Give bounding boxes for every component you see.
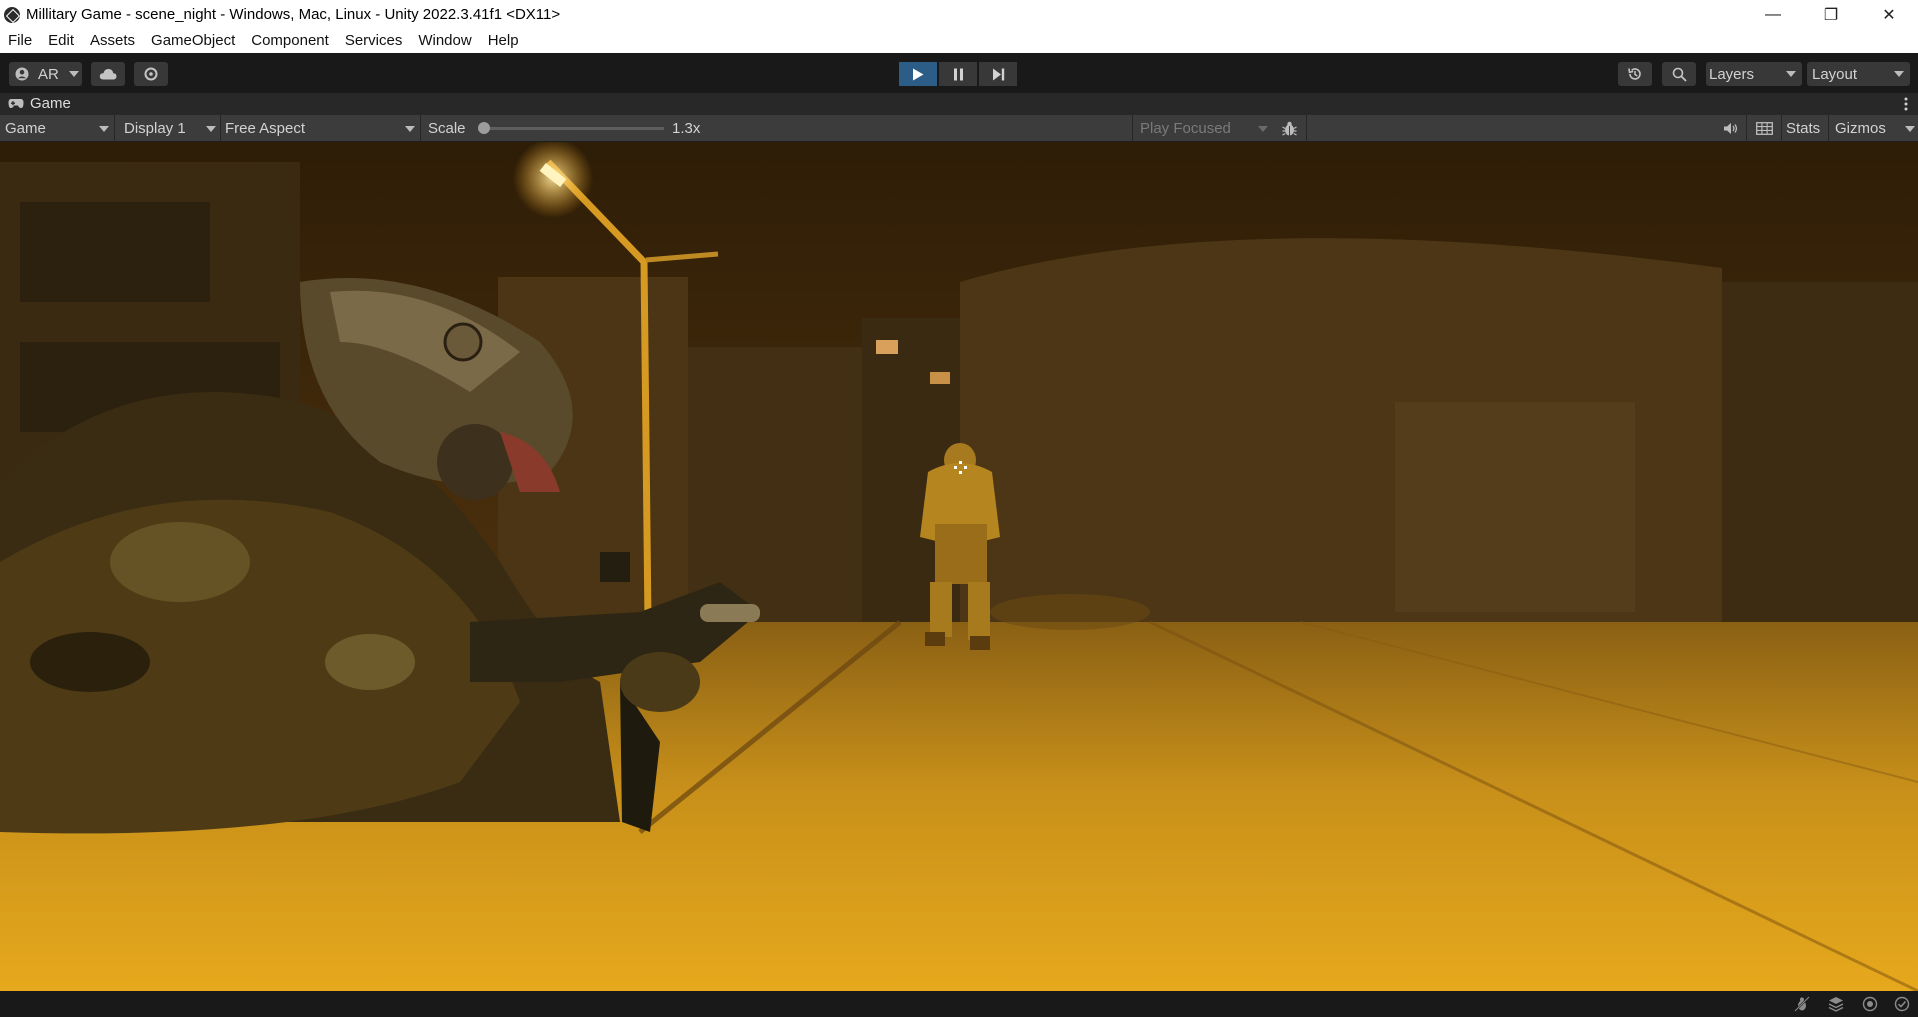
toolbar-divider: [420, 115, 421, 142]
play-focused-dropdown[interactable]: Play Focused: [1140, 118, 1268, 139]
audio-icon: [1724, 123, 1738, 134]
step-button[interactable]: [979, 62, 1017, 86]
gamepad-icon: [8, 99, 24, 108]
right-building: [1722, 282, 1918, 622]
concrete-building: [688, 347, 862, 622]
step-icon: [992, 68, 1004, 80]
pause-button[interactable]: [939, 62, 977, 86]
history-icon: [1628, 68, 1641, 80]
toolbar-divider: [1828, 115, 1829, 142]
layout-dropdown[interactable]: Layout: [1807, 62, 1910, 86]
services-button[interactable]: [134, 62, 168, 86]
layers-stack-icon[interactable]: [1828, 996, 1844, 1012]
unity-icon: [4, 6, 20, 23]
tab-game[interactable]: Game: [8, 95, 71, 112]
game-mode-dropdown[interactable]: Game: [5, 118, 109, 139]
menu-bar: File Edit Assets GameObject Component Se…: [0, 29, 1918, 53]
menu-services[interactable]: Services: [337, 29, 411, 53]
display-dropdown[interactable]: Display 1: [124, 118, 216, 139]
bug-icon[interactable]: [1794, 996, 1810, 1012]
audio-button[interactable]: [1723, 118, 1739, 139]
minimize-button[interactable]: —: [1744, 0, 1802, 29]
search-button[interactable]: [1662, 62, 1696, 86]
menu-help[interactable]: Help: [480, 29, 527, 53]
account-label: AR: [38, 65, 59, 83]
toolbar-divider: [1306, 115, 1307, 142]
menu-component[interactable]: Component: [243, 29, 337, 53]
play-icon: [913, 68, 924, 80]
layers-dropdown[interactable]: Layers: [1706, 62, 1802, 86]
aspect-label: Free Aspect: [225, 120, 306, 137]
check-icon[interactable]: [1894, 996, 1910, 1012]
chevron-down-icon: [405, 125, 415, 132]
chevron-down-icon: [1258, 125, 1268, 132]
pause-icon: [953, 68, 963, 80]
chevron-down-icon: [206, 125, 216, 132]
scale-slider[interactable]: [478, 118, 664, 139]
layout-label: Layout: [1812, 65, 1858, 83]
window-titlebar: Millitary Game - scene_night - Windows, …: [0, 0, 1918, 29]
gizmos-label: Gizmos: [1835, 120, 1886, 137]
gizmos-dropdown[interactable]: Gizmos: [1835, 118, 1915, 139]
aspect-dropdown[interactable]: Free Aspect: [225, 118, 415, 139]
scale-value: 1.3x: [672, 120, 701, 137]
scale-label: Scale: [428, 120, 466, 137]
menu-assets[interactable]: Assets: [82, 29, 143, 53]
editor-status-bar: [0, 991, 1918, 1017]
grid-button[interactable]: [1756, 118, 1774, 139]
menu-file[interactable]: File: [0, 29, 40, 53]
game-mode-label: Game: [5, 120, 46, 137]
toolbar-divider: [1781, 115, 1782, 142]
history-button[interactable]: [1618, 62, 1652, 86]
bug-icon: [1281, 121, 1297, 136]
main-toolbar: AR Layers Layout: [0, 53, 1918, 93]
menu-edit[interactable]: Edit: [40, 29, 82, 53]
search-icon: [1672, 67, 1687, 82]
stats-button[interactable]: Stats: [1786, 118, 1820, 139]
chevron-down-icon: [1905, 125, 1915, 132]
cloud-button[interactable]: [91, 62, 125, 86]
scale-slider-track: [478, 127, 664, 130]
collab-icon[interactable]: [1862, 996, 1878, 1012]
services-gear-icon: [144, 67, 158, 81]
toolbar-divider: [220, 115, 221, 142]
window-title: Millitary Game - scene_night - Windows, …: [26, 6, 561, 23]
chevron-down-icon: [99, 125, 109, 132]
toolbar-divider: [114, 115, 115, 142]
chevron-down-icon: [68, 71, 79, 77]
debug-button[interactable]: [1280, 118, 1298, 139]
chevron-down-icon: [1894, 71, 1904, 77]
restore-button[interactable]: ❐: [1802, 0, 1860, 29]
game-tab-bar: Game: [0, 93, 1918, 115]
grid-icon: [1756, 122, 1773, 135]
scale-slider-thumb[interactable]: [478, 122, 490, 134]
close-button[interactable]: ✕: [1860, 0, 1918, 29]
display-label: Display 1: [124, 120, 186, 137]
chevron-down-icon: [1786, 71, 1796, 77]
play-button[interactable]: [899, 62, 937, 86]
kebab-icon[interactable]: [1904, 97, 1908, 111]
playmode-controls: [899, 62, 1017, 86]
layers-label: Layers: [1709, 65, 1755, 83]
account-dropdown[interactable]: AR: [9, 62, 82, 86]
cloud-icon: [99, 68, 117, 80]
toolbar-divider: [1746, 115, 1747, 142]
account-icon: [15, 67, 29, 81]
game-scene-render: [0, 142, 1918, 991]
menu-gameobject[interactable]: GameObject: [143, 29, 243, 53]
tab-game-label: Game: [30, 95, 71, 112]
menu-window[interactable]: Window: [410, 29, 479, 53]
game-view-toolbar: Game Display 1 Free Aspect Scale 1.3x Pl…: [0, 115, 1918, 142]
window-controls: — ❐ ✕: [1744, 0, 1918, 29]
game-viewport[interactable]: [0, 142, 1918, 991]
toolbar-divider: [1132, 115, 1133, 142]
play-focused-label: Play Focused: [1140, 120, 1231, 137]
